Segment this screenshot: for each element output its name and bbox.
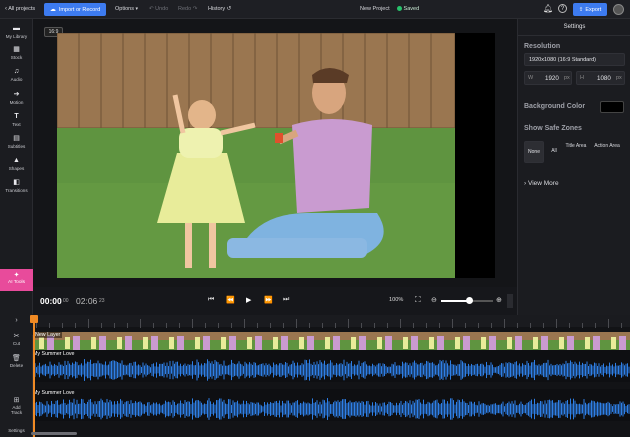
total-frame: 23 — [99, 298, 105, 304]
settings-title: Settings — [518, 19, 630, 36]
shapes-icon: ▲ — [13, 157, 20, 164]
zoom-slider-knob[interactable] — [466, 297, 474, 304]
folder-icon: ▬ — [13, 25, 20, 32]
help-icon[interactable]: ? — [558, 4, 567, 13]
audio-track-2-label: My Summer Love — [33, 390, 75, 396]
scissors-icon: ✂ — [13, 333, 20, 340]
playhead-handle[interactable] — [30, 315, 38, 323]
safe-zones-heading: Show Safe Zones — [524, 125, 582, 132]
delete-button[interactable]: 🗑︎ Delete — [0, 354, 33, 368]
height-field[interactable]: H 1080 px — [576, 71, 625, 85]
history-icon: ↺ — [226, 6, 232, 12]
chevron-right-icon: › — [524, 180, 527, 187]
skip-forward-icon[interactable]: ⏭ — [283, 296, 289, 304]
sidebar-item-shapes[interactable]: ▲ Shapes — [0, 157, 33, 171]
sidebar-item-stock[interactable]: ▦ Stock — [0, 46, 33, 60]
bell-icon[interactable]: 🔔︎ — [543, 4, 553, 13]
safe-zone-action-area[interactable]: Action Area — [594, 143, 620, 150]
background-color-heading: Background Color — [524, 103, 586, 110]
ruler-ticks — [36, 319, 622, 328]
undo-icon: ↶ — [149, 6, 154, 12]
sidebar-item-transitions[interactable]: ◧ Transitions — [0, 179, 33, 193]
zoom-out-icon[interactable]: ⊖ — [431, 296, 437, 304]
redo-icon: ↷ — [192, 6, 198, 12]
sidebar-item-motion[interactable]: ➔ Motion — [0, 91, 33, 105]
current-frame: 00 — [63, 298, 69, 304]
left-sidebar: ▬ My Library ▦ Stock ♫ Audio ➔ Motion T … — [0, 19, 33, 437]
timeline-scrollbar[interactable] — [31, 432, 77, 435]
all-projects-link[interactable]: ‹ All projects — [5, 6, 35, 12]
resolution-select[interactable]: 1920x1080 (16:9 Standard) — [524, 53, 625, 66]
zoom-slider[interactable] — [441, 297, 493, 304]
import-record-button[interactable]: ☁ Import or Record — [44, 3, 106, 16]
trash-icon: 🗑︎ — [12, 355, 21, 362]
text-icon: T — [14, 113, 19, 120]
stock-icon: ▦ — [13, 46, 20, 53]
layer-label: New Layer — [33, 332, 63, 338]
waveform-toggle[interactable] — [507, 294, 513, 308]
cut-button[interactable]: ✂ Cut — [0, 332, 33, 346]
fullscreen-icon[interactable]: ⛶ — [415, 295, 421, 305]
canvas-letterbox — [455, 33, 495, 278]
music-note-icon: ♫ — [13, 68, 20, 75]
project-name[interactable]: New Project — [360, 6, 390, 12]
resolution-heading: Resolution — [524, 43, 561, 50]
sidebar-item-subtitles[interactable]: ▤ Subtitles — [0, 135, 33, 149]
upload-icon: ⇪ — [578, 6, 584, 13]
subtitles-icon: ▤ — [13, 135, 20, 142]
history-button[interactable]: History ↺ — [208, 6, 231, 12]
zoom-in-icon[interactable]: ⊕ — [496, 296, 502, 304]
audio-track-1-label: My Summer Love — [33, 351, 75, 357]
sidebar-item-audio[interactable]: ♫ Audio — [0, 68, 33, 82]
playhead[interactable] — [33, 315, 35, 437]
total-time: 02:06 — [76, 296, 98, 306]
sparkle-icon: ✦ — [13, 272, 20, 279]
audio-waveform-2 — [33, 398, 630, 420]
play-icon[interactable]: ▶ — [246, 296, 251, 304]
video-frame-image — [57, 33, 455, 278]
sidebar-item-text[interactable]: T Text — [0, 113, 33, 127]
safe-zone-title-area[interactable]: Title Area — [565, 143, 587, 150]
saved-status: Saved — [397, 6, 419, 12]
safe-zone-none[interactable]: None — [524, 141, 544, 163]
add-track-button[interactable]: ⊞ Add Track — [0, 396, 33, 415]
step-forward-icon[interactable]: ⏩ — [264, 296, 273, 304]
motion-icon: ➔ — [13, 91, 20, 98]
settings-panel: Settings Resolution 1920x1080 (16:9 Stan… — [517, 19, 630, 315]
avatar[interactable] — [613, 4, 624, 15]
chevron-right-icon: › — [15, 317, 18, 324]
back-arrow-icon: ‹ — [5, 6, 7, 12]
step-back-icon[interactable]: ⏪ — [226, 296, 235, 304]
ai-tools-button[interactable]: ✦ AI Tools — [0, 269, 33, 291]
add-track-icon: ⊞ — [13, 397, 20, 404]
transitions-icon: ◧ — [13, 179, 20, 186]
view-more-link[interactable]: › View More — [524, 180, 559, 187]
time-ruler[interactable] — [33, 315, 630, 328]
player-controls: 00:00 00 02:06 23 ⏮ ⏪ ▶ ⏩ ⏭ 100% ⛶ ⊖ ⊕ — [33, 287, 517, 315]
chevron-down-icon: ▾ — [135, 6, 139, 12]
audio-track-1[interactable] — [33, 350, 630, 382]
background-color-swatch[interactable] — [600, 101, 624, 113]
settings-link[interactable]: Settings — [0, 428, 33, 433]
sidebar-item-library[interactable]: ▬ My Library — [0, 25, 33, 39]
undo-button[interactable]: ↶ Undo — [149, 6, 168, 12]
audio-waveform-1 — [33, 359, 630, 381]
export-button[interactable]: ⇪ Export — [573, 3, 607, 16]
zoom-level: 100% — [389, 297, 404, 303]
timeline: New Layer My Summer Love My Summer Love — [30, 315, 630, 437]
check-circle-icon — [397, 6, 402, 12]
redo-button[interactable]: Redo ↷ — [178, 6, 197, 12]
top-bar: ‹ All projects ☁ Import or Record Option… — [0, 0, 630, 19]
options-menu[interactable]: Options ▾ — [115, 6, 138, 12]
skip-back-icon[interactable]: ⏮ — [208, 296, 214, 304]
width-field[interactable]: W 1920 px — [524, 71, 572, 85]
audio-track-2[interactable] — [33, 389, 630, 421]
cloud-upload-icon: ☁ — [49, 7, 56, 13]
video-preview[interactable] — [57, 33, 455, 278]
current-time: 00:00 — [40, 296, 62, 306]
safe-zone-all[interactable]: All — [546, 141, 562, 163]
